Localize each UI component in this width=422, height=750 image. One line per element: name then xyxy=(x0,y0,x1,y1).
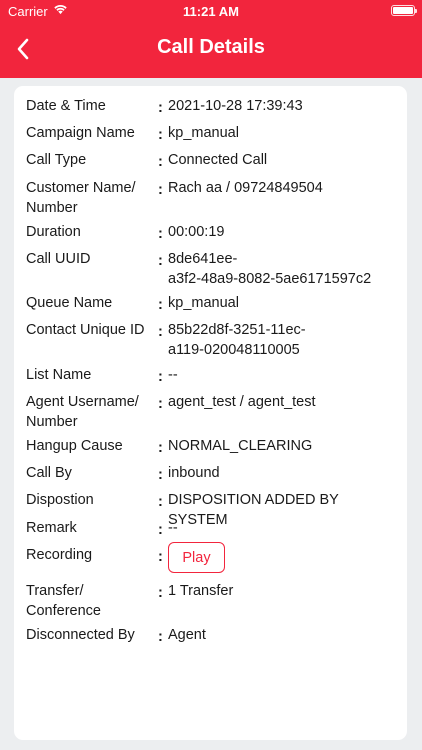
page-title: Call Details xyxy=(157,36,265,58)
detail-value: 1 Transfer xyxy=(168,583,234,599)
header-bar: Carrier 11:21 AM Call Details xyxy=(0,0,422,78)
detail-colon: : xyxy=(158,226,163,242)
detail-label: Call Type xyxy=(26,152,87,168)
detail-label: Campaign Name xyxy=(26,125,135,141)
detail-value: -- xyxy=(168,367,178,383)
detail-value: kp_manual xyxy=(168,125,239,141)
detail-colon: : xyxy=(158,629,163,645)
detail-value: Agent xyxy=(168,627,206,643)
detail-label: Queue Name xyxy=(26,295,113,311)
detail-colon: : xyxy=(158,585,163,601)
detail-value: inbound xyxy=(168,465,220,481)
detail-value: -- xyxy=(168,520,178,536)
detail-colon: : xyxy=(158,297,163,313)
detail-value: Rach aa / 09724849504 xyxy=(168,180,323,196)
detail-value: 2021-10-28 17:39:43 xyxy=(168,98,303,114)
detail-label: Recording xyxy=(26,547,93,563)
detail-label: Call By xyxy=(26,465,72,481)
detail-colon: : xyxy=(158,522,163,538)
battery-icon xyxy=(391,5,417,16)
detail-value: NORMAL_CLEARING xyxy=(168,438,313,454)
detail-label: List Name xyxy=(26,367,92,383)
detail-colon: : xyxy=(158,369,163,385)
detail-value: 00:00:19 xyxy=(168,224,225,240)
play-recording-button[interactable]: Play xyxy=(168,542,225,573)
detail-label: Remark xyxy=(26,520,77,536)
detail-colon: : xyxy=(158,396,163,412)
detail-colon: : xyxy=(158,127,163,143)
detail-value: 85b22d8f-3251-11ec- a119-020048110005 xyxy=(168,322,306,358)
detail-value: kp_manual xyxy=(168,295,239,311)
detail-value: 8de641ee- a3f2-48a9-8082-5ae6171597c2 xyxy=(168,251,372,287)
detail-label: Agent Username/ Number xyxy=(26,394,139,430)
detail-colon: : xyxy=(158,253,163,269)
detail-label: Dispostion xyxy=(26,492,94,508)
detail-label: Contact Unique ID xyxy=(26,322,145,338)
detail-colon: : xyxy=(158,467,163,483)
detail-value: Connected Call xyxy=(168,152,268,168)
detail-label: Transfer/ Conference xyxy=(26,583,101,619)
call-details-card: Date & Time : 2021-10-28 17:39:43 Campai… xyxy=(14,86,407,740)
status-bar: Carrier 11:21 AM xyxy=(0,0,422,22)
detail-value: agent_test / agent_test xyxy=(168,394,316,410)
detail-colon: : xyxy=(158,440,163,456)
detail-label: Call UUID xyxy=(26,251,91,267)
detail-colon: : xyxy=(158,324,163,340)
detail-label: Customer Name/ Number xyxy=(26,180,136,216)
detail-label: Hangup Cause xyxy=(26,438,123,454)
detail-colon: : xyxy=(158,549,163,565)
detail-label: Disconnected By xyxy=(26,627,135,643)
detail-label: Date & Time xyxy=(26,98,106,114)
detail-colon: : xyxy=(158,494,163,510)
detail-colon: : xyxy=(158,182,163,198)
detail-colon: : xyxy=(158,100,163,116)
detail-colon: : xyxy=(158,154,163,170)
status-time: 11:21 AM xyxy=(183,4,239,19)
detail-label: Duration xyxy=(26,224,81,240)
